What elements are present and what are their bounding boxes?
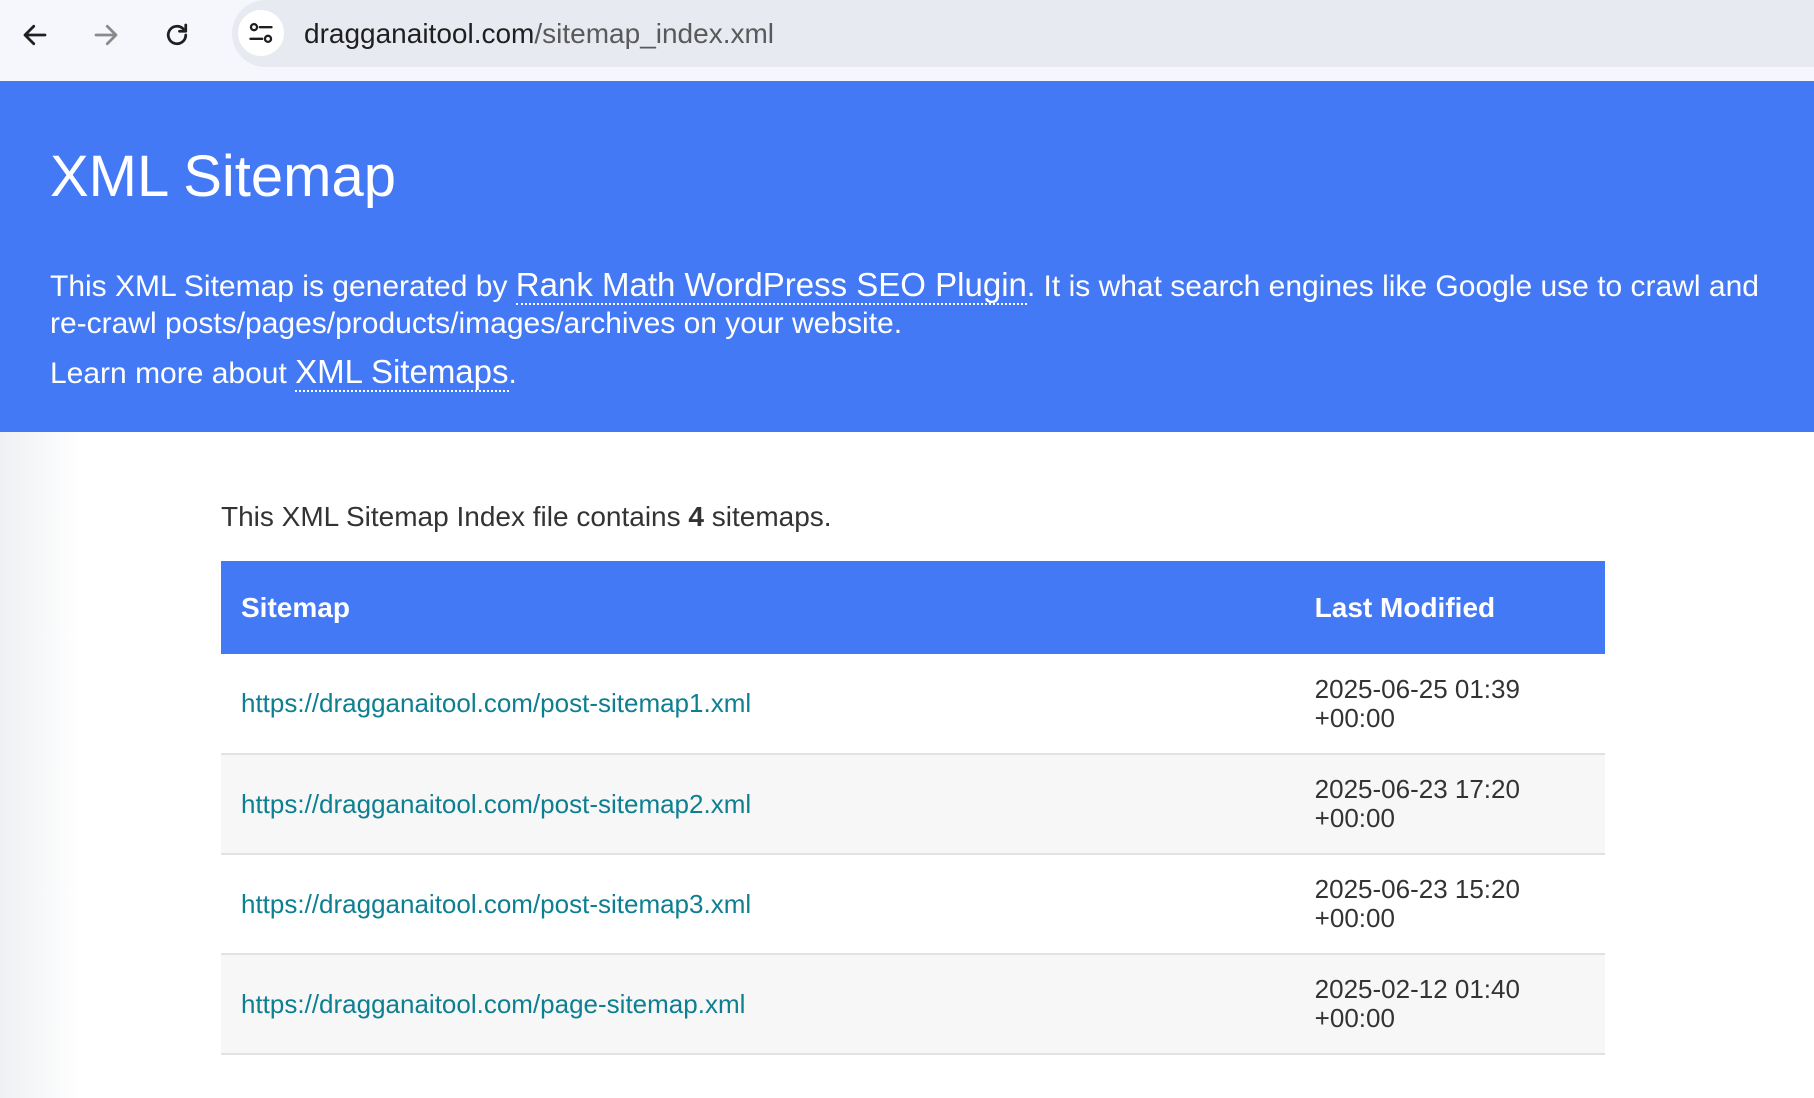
sitemap-cell: https://dragganaitool.com/post-sitemap3.…	[221, 854, 1295, 955]
summary-after: sitemaps.	[703, 501, 832, 532]
site-settings-icon	[249, 22, 273, 44]
sitemap-count-summary: This XML Sitemap Index file contains 4 s…	[221, 497, 832, 537]
site-info-button[interactable]	[238, 10, 284, 56]
sitemap-link[interactable]: https://dragganaitool.com/page-sitemap.x…	[241, 989, 745, 1019]
sitemap-cell: https://dragganaitool.com/post-sitemap1.…	[221, 654, 1295, 755]
sitemap-table: Sitemap Last Modified https://dragganait…	[221, 561, 1605, 1055]
table-header-row: Sitemap Last Modified	[221, 561, 1605, 654]
xml-sitemaps-link[interactable]: XML Sitemaps	[295, 353, 509, 392]
table-row: https://dragganaitool.com/post-sitemap1.…	[221, 654, 1605, 755]
back-arrow-icon	[23, 24, 47, 46]
summary-before: This XML Sitemap Index file contains	[221, 501, 689, 532]
back-button[interactable]	[14, 14, 56, 56]
table-row: https://dragganaitool.com/post-sitemap3.…	[221, 854, 1605, 955]
forward-button[interactable]	[85, 14, 127, 56]
sitemap-cell: https://dragganaitool.com/post-sitemap2.…	[221, 754, 1295, 855]
sitemap-link[interactable]: https://dragganaitool.com/post-sitemap3.…	[241, 889, 751, 919]
sitemap-cell: https://dragganaitool.com/page-sitemap.x…	[221, 954, 1295, 1055]
sitemap-count: 4	[688, 501, 704, 532]
last-modified-cell: 2025-06-25 01:39 +00:00	[1294, 654, 1605, 755]
table-row: https://dragganaitool.com/post-sitemap2.…	[221, 754, 1605, 855]
browser-toolbar: dragganaitool.com/sitemap_index.xml	[0, 0, 1814, 81]
last-modified-cell: 2025-06-23 17:20 +00:00	[1294, 754, 1605, 855]
last-modified-cell: 2025-02-12 01:40 +00:00	[1294, 954, 1605, 1055]
learn-text-after: .	[508, 357, 517, 390]
column-header-last-modified: Last Modified	[1294, 561, 1605, 654]
rank-math-link[interactable]: Rank Math WordPress SEO Plugin	[515, 266, 1027, 305]
header-banner: XML Sitemap This XML Sitemap is generate…	[0, 81, 1814, 432]
last-modified-cell: 2025-06-23 15:20 +00:00	[1294, 854, 1605, 955]
url-path: /sitemap_index.xml	[534, 18, 775, 49]
url-host: dragganaitool.com	[304, 18, 535, 49]
left-edge-shade	[0, 432, 80, 1098]
table-row: https://dragganaitool.com/page-sitemap.x…	[221, 954, 1605, 1055]
reload-button[interactable]	[156, 14, 198, 56]
address-bar[interactable]: dragganaitool.com/sitemap_index.xml	[232, 0, 1814, 67]
desc-text-before: This XML Sitemap is generated by	[50, 270, 516, 303]
column-header-sitemap: Sitemap	[221, 561, 1295, 654]
sitemap-link[interactable]: https://dragganaitool.com/post-sitemap1.…	[241, 688, 751, 718]
learn-text-before: Learn more about	[50, 357, 296, 390]
learn-more: Learn more about XML Sitemaps.	[50, 353, 517, 392]
forward-arrow-icon	[94, 24, 118, 46]
header-description: This XML Sitemap is generated by Rank Ma…	[50, 266, 1770, 342]
sitemap-link[interactable]: https://dragganaitool.com/post-sitemap2.…	[241, 789, 751, 819]
url-text[interactable]: dragganaitool.com/sitemap_index.xml	[304, 0, 774, 67]
reload-icon	[166, 23, 188, 46]
page-title: XML Sitemap	[50, 144, 396, 209]
